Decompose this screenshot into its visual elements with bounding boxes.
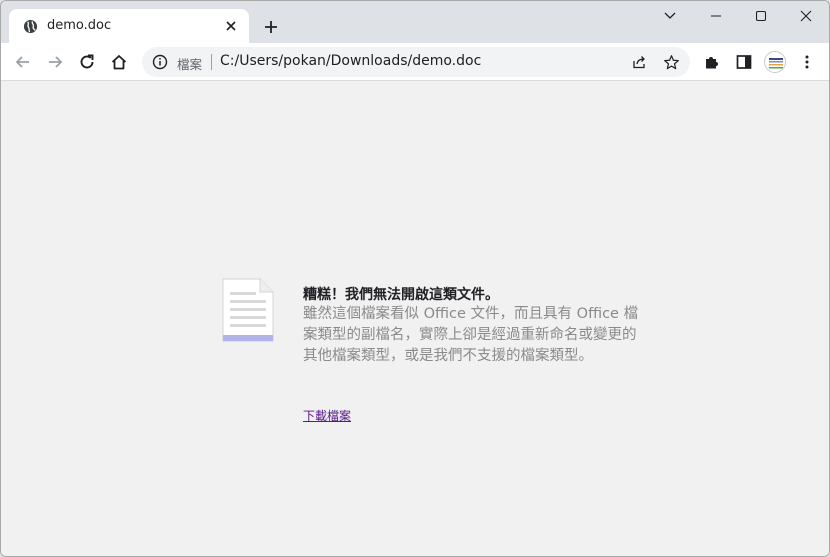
info-icon[interactable] xyxy=(152,54,168,70)
browser-window: demo.doc 檔案 C:/Users/pokan/Downloads/dem… xyxy=(0,0,830,557)
star-icon[interactable] xyxy=(661,52,681,72)
arrow-right-icon xyxy=(49,56,63,68)
error-title: 糟糕！我們無法開啟這類文件。 xyxy=(303,287,499,303)
reload-button[interactable] xyxy=(74,49,100,75)
extensions-button[interactable] xyxy=(699,49,725,75)
back-button[interactable] xyxy=(10,49,36,75)
error-description: 雖然這個檔案看似 Office 文件，而且具有 Office 檔案類型的副檔名，… xyxy=(303,306,639,364)
profile-avatar[interactable] xyxy=(764,51,786,73)
tab-search-button[interactable] xyxy=(647,1,693,31)
tab-title: demo.doc xyxy=(47,18,112,33)
forward-button[interactable] xyxy=(42,49,68,75)
omnibox-divider xyxy=(211,54,212,70)
menu-button[interactable] xyxy=(794,49,820,75)
reload-icon xyxy=(80,54,94,69)
side-panel-button[interactable] xyxy=(731,49,757,75)
home-icon xyxy=(111,55,127,70)
minimize-icon xyxy=(711,15,721,17)
window-close-button[interactable] xyxy=(783,1,829,31)
plus-icon xyxy=(265,21,277,33)
page-content: 糟糕！我們無法開啟這類文件。 雖然這個檔案看似 Office 文件，而且具有 O… xyxy=(1,82,829,556)
toolbar: 檔案 C:/Users/pokan/Downloads/demo.doc xyxy=(1,43,829,81)
download-file-link[interactable]: 下載檔案 xyxy=(303,407,351,424)
home-button[interactable] xyxy=(106,49,132,75)
new-tab-button[interactable] xyxy=(259,15,283,39)
maximize-button[interactable] xyxy=(738,1,784,31)
more-vert-icon xyxy=(805,55,809,69)
chevron-down-icon xyxy=(664,12,676,19)
close-icon[interactable] xyxy=(223,18,239,34)
maximize-icon xyxy=(755,10,767,22)
close-icon xyxy=(800,10,812,22)
tab-demo-doc[interactable]: demo.doc xyxy=(9,9,249,43)
puzzle-icon xyxy=(706,57,718,69)
tab-strip: demo.doc xyxy=(1,1,829,43)
sidepanel-icon xyxy=(736,55,752,69)
share-icon[interactable] xyxy=(629,52,649,72)
minimize-button[interactable] xyxy=(693,1,739,31)
url-text[interactable]: C:/Users/pokan/Downloads/demo.doc xyxy=(220,53,481,69)
address-bar[interactable]: 檔案 C:/Users/pokan/Downloads/demo.doc xyxy=(142,47,690,77)
arrow-left-icon xyxy=(15,56,29,68)
globe-icon xyxy=(23,19,38,34)
document-icon xyxy=(222,278,274,342)
site-label: 檔案 xyxy=(177,57,203,72)
